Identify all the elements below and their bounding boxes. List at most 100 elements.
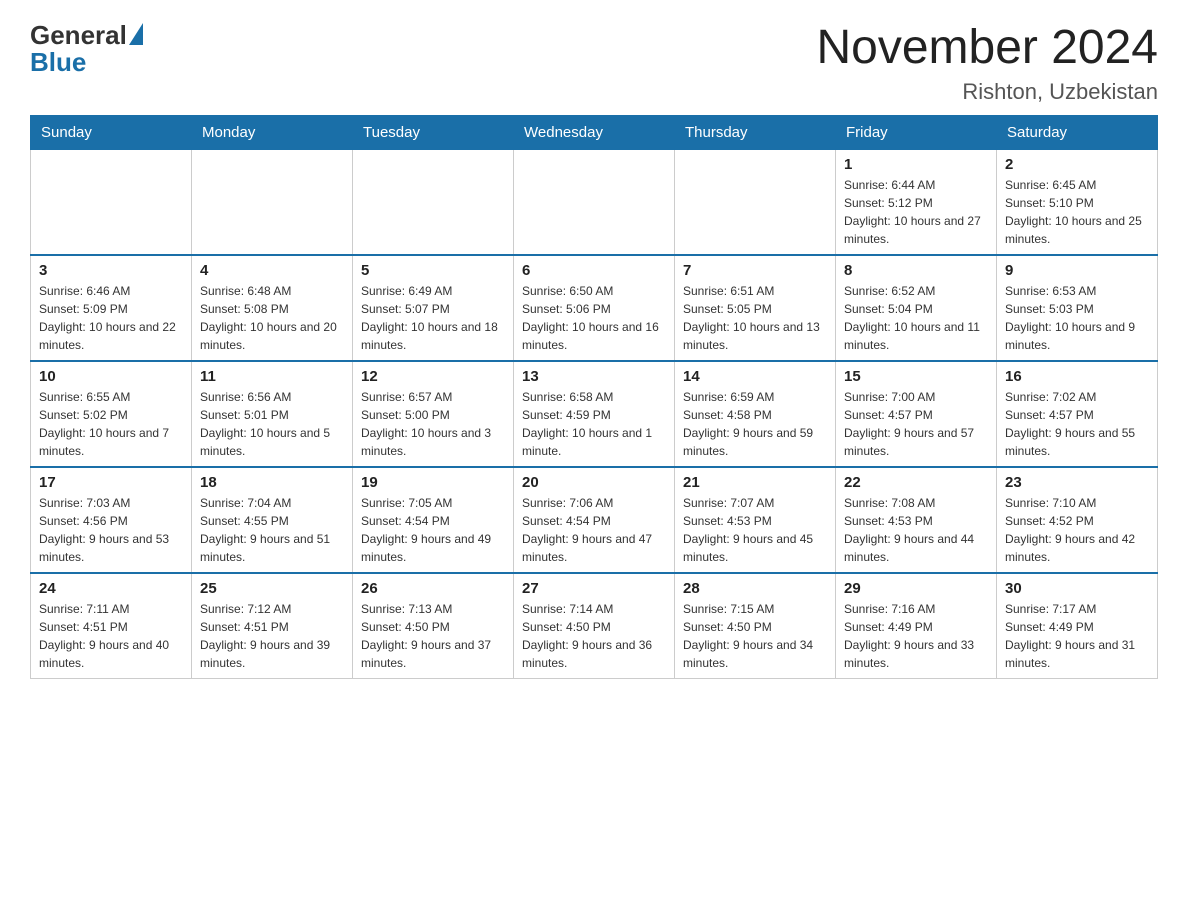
day-number: 11 xyxy=(200,368,344,385)
day-info: Sunrise: 7:07 AMSunset: 4:53 PMDaylight:… xyxy=(683,494,827,566)
day-info: Sunrise: 6:53 AMSunset: 5:03 PMDaylight:… xyxy=(1005,282,1149,354)
day-info: Sunrise: 6:59 AMSunset: 4:58 PMDaylight:… xyxy=(683,388,827,460)
day-number: 12 xyxy=(361,368,505,385)
logo-blue-text: Blue xyxy=(30,47,86,78)
calendar-cell: 15 Sunrise: 7:00 AMSunset: 4:57 PMDayligh… xyxy=(836,361,997,467)
day-number: 10 xyxy=(39,368,183,385)
calendar-header-row: SundayMondayTuesdayWednesdayThursdayFrid… xyxy=(31,116,1158,150)
day-info: Sunrise: 7:16 AMSunset: 4:49 PMDaylight:… xyxy=(844,600,988,672)
day-info: Sunrise: 6:55 AMSunset: 5:02 PMDaylight:… xyxy=(39,388,183,460)
day-info: Sunrise: 7:11 AMSunset: 4:51 PMDaylight:… xyxy=(39,600,183,672)
day-number: 24 xyxy=(39,580,183,597)
week-row-4: 17 Sunrise: 7:03 AMSunset: 4:56 PMDayligh… xyxy=(31,467,1158,573)
day-number: 7 xyxy=(683,262,827,279)
day-info: Sunrise: 6:52 AMSunset: 5:04 PMDaylight:… xyxy=(844,282,988,354)
day-number: 8 xyxy=(844,262,988,279)
day-number: 19 xyxy=(361,474,505,491)
day-info: Sunrise: 6:45 AMSunset: 5:10 PMDaylight:… xyxy=(1005,176,1149,248)
calendar-cell: 2Sunrise: 6:45 AMSunset: 5:10 PMDaylight… xyxy=(997,150,1158,256)
day-number: 17 xyxy=(39,474,183,491)
day-number: 1 xyxy=(844,156,988,173)
calendar-cell: 4 Sunrise: 6:48 AMSunset: 5:08 PMDaylight… xyxy=(192,255,353,361)
calendar-cell: 12 Sunrise: 6:57 AMSunset: 5:00 PMDayligh… xyxy=(353,361,514,467)
day-info: Sunrise: 7:02 AMSunset: 4:57 PMDaylight:… xyxy=(1005,388,1149,460)
day-header-monday: Monday xyxy=(192,116,353,150)
calendar-cell xyxy=(192,150,353,256)
calendar-cell: 1 Sunrise: 6:44 AMSunset: 5:12 PMDaylight… xyxy=(836,150,997,256)
day-number: 22 xyxy=(844,474,988,491)
day-number: 6 xyxy=(522,262,666,279)
calendar-cell: 5Sunrise: 6:49 AMSunset: 5:07 PMDaylight… xyxy=(353,255,514,361)
day-number: 16 xyxy=(1005,368,1149,385)
day-info: Sunrise: 7:04 AMSunset: 4:55 PMDaylight:… xyxy=(200,494,344,566)
calendar-cell xyxy=(675,150,836,256)
day-info: Sunrise: 7:05 AMSunset: 4:54 PMDaylight:… xyxy=(361,494,505,566)
day-number: 4 xyxy=(200,262,344,279)
day-number: 3 xyxy=(39,262,183,279)
location-subtitle: Rishton, Uzbekistan xyxy=(816,79,1158,105)
calendar-cell: 16 Sunrise: 7:02 AMSunset: 4:57 PMDayligh… xyxy=(997,361,1158,467)
calendar-cell: 30 Sunrise: 7:17 AMSunset: 4:49 PMDayligh… xyxy=(997,573,1158,679)
title-block: November 2024 Rishton, Uzbekistan xyxy=(816,20,1158,105)
day-header-saturday: Saturday xyxy=(997,116,1158,150)
calendar-cell: 7 Sunrise: 6:51 AMSunset: 5:05 PMDaylight… xyxy=(675,255,836,361)
day-info: Sunrise: 6:56 AMSunset: 5:01 PMDaylight:… xyxy=(200,388,344,460)
calendar-cell: 27 Sunrise: 7:14 AMSunset: 4:50 PMDayligh… xyxy=(514,573,675,679)
day-info: Sunrise: 7:03 AMSunset: 4:56 PMDaylight:… xyxy=(39,494,183,566)
day-info: Sunrise: 6:51 AMSunset: 5:05 PMDaylight:… xyxy=(683,282,827,354)
week-row-3: 10 Sunrise: 6:55 AMSunset: 5:02 PMDayligh… xyxy=(31,361,1158,467)
logo: General Blue xyxy=(30,20,143,78)
day-number: 18 xyxy=(200,474,344,491)
day-number: 23 xyxy=(1005,474,1149,491)
calendar-cell: 22 Sunrise: 7:08 AMSunset: 4:53 PMDayligh… xyxy=(836,467,997,573)
calendar-cell: 3Sunrise: 6:46 AMSunset: 5:09 PMDaylight… xyxy=(31,255,192,361)
day-header-friday: Friday xyxy=(836,116,997,150)
day-number: 30 xyxy=(1005,580,1149,597)
week-row-2: 3Sunrise: 6:46 AMSunset: 5:09 PMDaylight… xyxy=(31,255,1158,361)
day-info: Sunrise: 6:57 AMSunset: 5:00 PMDaylight:… xyxy=(361,388,505,460)
calendar-cell: 25Sunrise: 7:12 AMSunset: 4:51 PMDayligh… xyxy=(192,573,353,679)
calendar-cell xyxy=(353,150,514,256)
day-info: Sunrise: 7:14 AMSunset: 4:50 PMDaylight:… xyxy=(522,600,666,672)
day-number: 15 xyxy=(844,368,988,385)
day-number: 28 xyxy=(683,580,827,597)
day-info: Sunrise: 7:17 AMSunset: 4:49 PMDaylight:… xyxy=(1005,600,1149,672)
calendar-cell: 8 Sunrise: 6:52 AMSunset: 5:04 PMDaylight… xyxy=(836,255,997,361)
day-header-sunday: Sunday xyxy=(31,116,192,150)
calendar-cell xyxy=(31,150,192,256)
day-number: 21 xyxy=(683,474,827,491)
logo-triangle-icon xyxy=(129,23,143,45)
day-info: Sunrise: 7:10 AMSunset: 4:52 PMDaylight:… xyxy=(1005,494,1149,566)
week-row-5: 24 Sunrise: 7:11 AMSunset: 4:51 PMDayligh… xyxy=(31,573,1158,679)
day-number: 26 xyxy=(361,580,505,597)
day-header-tuesday: Tuesday xyxy=(353,116,514,150)
calendar-cell: 18 Sunrise: 7:04 AMSunset: 4:55 PMDayligh… xyxy=(192,467,353,573)
day-number: 20 xyxy=(522,474,666,491)
day-info: Sunrise: 7:06 AMSunset: 4:54 PMDaylight:… xyxy=(522,494,666,566)
calendar-cell: 14Sunrise: 6:59 AMSunset: 4:58 PMDayligh… xyxy=(675,361,836,467)
day-number: 27 xyxy=(522,580,666,597)
calendar-cell: 13Sunrise: 6:58 AMSunset: 4:59 PMDayligh… xyxy=(514,361,675,467)
calendar-cell: 20 Sunrise: 7:06 AMSunset: 4:54 PMDayligh… xyxy=(514,467,675,573)
day-info: Sunrise: 7:00 AMSunset: 4:57 PMDaylight:… xyxy=(844,388,988,460)
day-info: Sunrise: 7:15 AMSunset: 4:50 PMDaylight:… xyxy=(683,600,827,672)
calendar-table: SundayMondayTuesdayWednesdayThursdayFrid… xyxy=(30,115,1158,679)
day-info: Sunrise: 6:50 AMSunset: 5:06 PMDaylight:… xyxy=(522,282,666,354)
calendar-cell: 23 Sunrise: 7:10 AMSunset: 4:52 PMDayligh… xyxy=(997,467,1158,573)
page-header: General Blue November 2024 Rishton, Uzbe… xyxy=(30,20,1158,105)
day-info: Sunrise: 6:48 AMSunset: 5:08 PMDaylight:… xyxy=(200,282,344,354)
calendar-cell: 21 Sunrise: 7:07 AMSunset: 4:53 PMDayligh… xyxy=(675,467,836,573)
day-info: Sunrise: 7:13 AMSunset: 4:50 PMDaylight:… xyxy=(361,600,505,672)
calendar-cell: 24 Sunrise: 7:11 AMSunset: 4:51 PMDayligh… xyxy=(31,573,192,679)
calendar-cell: 28 Sunrise: 7:15 AMSunset: 4:50 PMDayligh… xyxy=(675,573,836,679)
calendar-cell: 6 Sunrise: 6:50 AMSunset: 5:06 PMDaylight… xyxy=(514,255,675,361)
day-number: 29 xyxy=(844,580,988,597)
day-number: 9 xyxy=(1005,262,1149,279)
week-row-1: 1 Sunrise: 6:44 AMSunset: 5:12 PMDaylight… xyxy=(31,150,1158,256)
calendar-cell: 10 Sunrise: 6:55 AMSunset: 5:02 PMDayligh… xyxy=(31,361,192,467)
day-info: Sunrise: 7:08 AMSunset: 4:53 PMDaylight:… xyxy=(844,494,988,566)
calendar-cell xyxy=(514,150,675,256)
calendar-cell: 29 Sunrise: 7:16 AMSunset: 4:49 PMDayligh… xyxy=(836,573,997,679)
day-info: Sunrise: 6:44 AMSunset: 5:12 PMDaylight:… xyxy=(844,176,988,248)
day-number: 13 xyxy=(522,368,666,385)
